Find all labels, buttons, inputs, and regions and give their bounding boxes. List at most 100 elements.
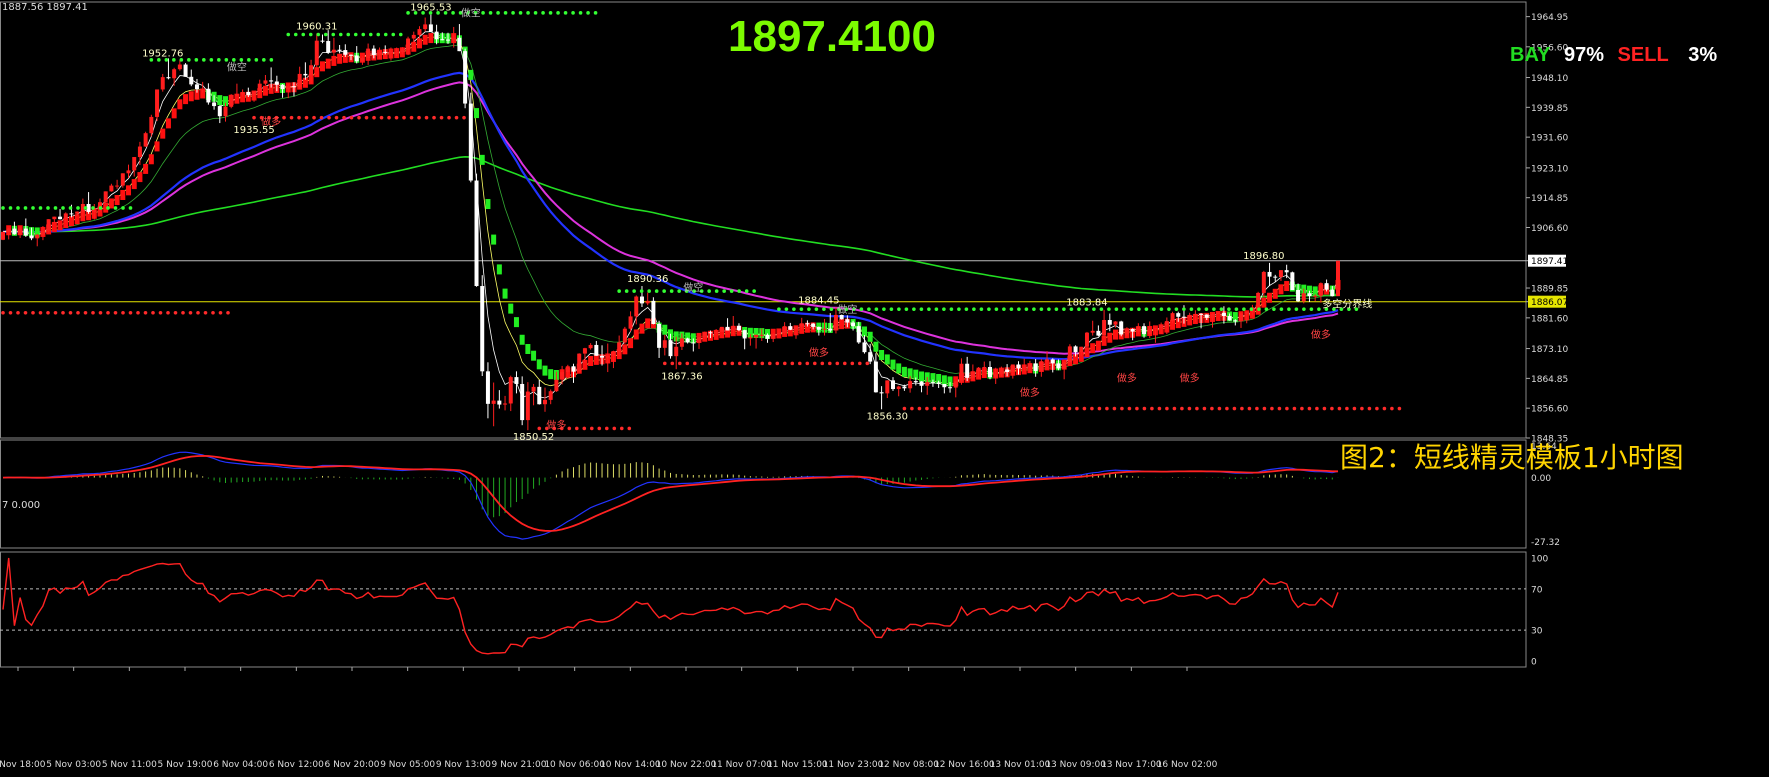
candle-body (1084, 332, 1089, 347)
ribbon-block (519, 334, 525, 345)
ribbon-block (593, 354, 599, 365)
support-dots (782, 361, 787, 366)
price-annotation: 1965.53 (410, 3, 451, 14)
resistance-dots (919, 307, 924, 311)
support-dots (1150, 406, 1154, 411)
candle-body (537, 386, 542, 405)
candle-body (697, 337, 702, 343)
support-dots (1127, 406, 1132, 411)
support-dots (1165, 406, 1169, 411)
candle-body (286, 86, 291, 90)
resistance-dots (338, 32, 343, 37)
candle-body (52, 216, 57, 220)
candle-body (708, 332, 713, 334)
time-axis-label: 9 Nov 05:00 (380, 760, 435, 770)
candle-body (742, 330, 747, 339)
candle-body (1221, 312, 1226, 317)
candle-body (965, 363, 970, 378)
candle-body (754, 334, 759, 338)
candle-body (406, 38, 411, 50)
resistance-dots (949, 307, 954, 311)
time-axis-label: 6 Nov 12:00 (269, 760, 324, 770)
candle-body (155, 89, 160, 117)
resistance-dots (578, 11, 583, 15)
resistance-dots (752, 289, 756, 293)
price-axis-label: 1923.10 (1531, 164, 1568, 174)
support-dots (1277, 406, 1282, 411)
candle-body (685, 338, 690, 343)
candle-body (1056, 363, 1061, 369)
signal-long-label: 做多 (1311, 328, 1331, 341)
ribbon-block (422, 34, 428, 45)
support-dots (790, 361, 795, 366)
resistance-dots (488, 11, 493, 15)
candle-body (172, 69, 177, 79)
candle-body (1313, 295, 1318, 297)
resistance-dots (927, 307, 931, 311)
candle-body (434, 31, 439, 40)
support-dots (23, 310, 28, 315)
support-dots (394, 115, 399, 120)
price-annotation: 1856.30 (867, 411, 908, 422)
resistance-dots (1279, 307, 1284, 311)
resistance-dots (1227, 307, 1231, 311)
support-dots (955, 406, 959, 411)
resistance-dots (1122, 307, 1126, 311)
price-annotation: 1960.31 (296, 21, 337, 32)
ribbon-block (884, 354, 890, 365)
candle-body (411, 34, 416, 39)
resistance-dots (1114, 307, 1119, 311)
price-chart[interactable]: 1964.951956.601948.101939.851931.601923.… (0, 0, 1769, 777)
support-dots (1375, 406, 1379, 411)
ribbon-block (861, 326, 867, 337)
resistance-dots (822, 307, 826, 311)
candle-body (1107, 320, 1112, 325)
resistance-dots (308, 32, 313, 37)
candle-body (679, 338, 684, 347)
support-dots (8, 310, 13, 315)
candle-body (1278, 270, 1283, 278)
current-price-display: 1897.4100 (728, 12, 936, 61)
resistance-dots (677, 289, 681, 293)
candle-body (1216, 312, 1221, 314)
ribbon-block (148, 154, 154, 165)
support-dots (166, 310, 170, 315)
candle-body (1, 231, 5, 240)
resistance-dots (957, 307, 961, 311)
resistance-dots (1129, 307, 1134, 311)
support-dots (677, 361, 682, 366)
support-dots (947, 406, 952, 411)
support-dots (977, 406, 982, 411)
support-dots (597, 426, 602, 431)
time-axis-label: 10 Nov 14:00 (600, 760, 661, 770)
candle-body (1187, 314, 1192, 318)
support-dots (1225, 406, 1229, 411)
support-dots (1292, 406, 1297, 411)
price-annotation: 1896.80 (1243, 251, 1284, 262)
candle-body (6, 228, 11, 232)
support-dots (1345, 406, 1349, 411)
candle-body (457, 37, 462, 52)
resistance-dots (1002, 307, 1006, 311)
resistance-dots (451, 11, 455, 15)
candle-body (1079, 346, 1084, 353)
resistance-dots (1287, 307, 1291, 311)
support-dots (1180, 406, 1184, 411)
support-dots (985, 406, 989, 411)
resistance-dots (1024, 307, 1029, 311)
candle-body (23, 228, 28, 236)
candle-body (440, 39, 445, 41)
candle-body (1010, 364, 1015, 373)
candle-body (137, 146, 142, 158)
resistance-dots (1062, 307, 1066, 311)
support-dots (76, 310, 80, 315)
resistance-dots (1009, 307, 1014, 311)
candle-body (617, 342, 622, 352)
resistance-dots (187, 58, 191, 62)
ribbon-block (319, 61, 325, 72)
ribbon-block (1113, 329, 1118, 340)
resistance-dots (714, 289, 719, 293)
support-dots (31, 310, 35, 315)
resistance-dots (994, 307, 999, 311)
support-dots (737, 361, 742, 366)
